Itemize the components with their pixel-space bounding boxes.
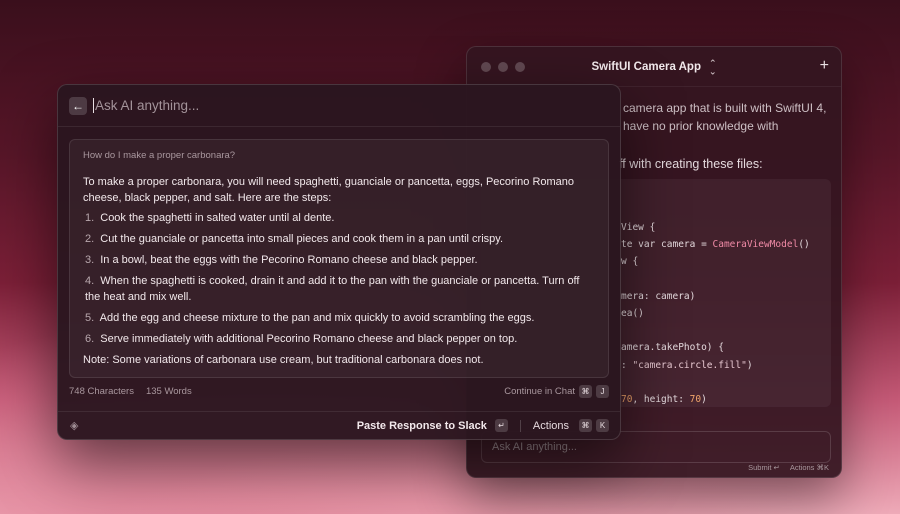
word-count: 135 Words xyxy=(145,385,192,397)
ai-header: ← xyxy=(58,85,620,127)
answer-body: To make a proper carbonara, you will nee… xyxy=(83,175,595,368)
step-number: 5. xyxy=(85,311,95,324)
divider xyxy=(519,419,521,432)
step-text: Add the egg and cheese mixture to the pa… xyxy=(99,311,535,324)
new-chat-plus-icon[interactable]: + xyxy=(820,57,829,75)
step-number: 3. xyxy=(85,254,95,266)
ask-ai-input[interactable] xyxy=(95,98,535,113)
return-key-icon: ↵ xyxy=(494,419,508,432)
stats-row: 748 Characters 135 Words Continue in Cha… xyxy=(69,384,609,398)
answer-note: Note: Some variations of carbonara use c… xyxy=(83,353,484,366)
step-text: In a bowl, beat the eggs with the Pecori… xyxy=(100,254,478,266)
step-number: 6. xyxy=(85,332,95,345)
code-token: 70 xyxy=(621,393,633,405)
response-card: How do I make a proper carbonara? To mak… xyxy=(69,139,609,378)
command-key-icon: ⌘ xyxy=(579,419,592,432)
step-text: Serve immediately with additional Pecori… xyxy=(100,332,518,345)
chat-titlebar: SwiftUI Camera App ⌃ ⌃ + xyxy=(467,47,841,87)
code-token: "camera.circle.fill" xyxy=(632,359,747,371)
actions-button[interactable]: Actions xyxy=(533,420,569,432)
step-text: When the spaghetti is cooked, drain it a… xyxy=(85,275,580,303)
footer-actions: Paste Response to Slack ↵ Actions ⌘ K xyxy=(357,419,609,432)
answer-intro: To make a proper carbonara, you will nee… xyxy=(83,176,575,204)
continue-in-chat-button[interactable]: Continue in Chat ⌘ J xyxy=(504,384,609,398)
step-text: Cook the spaghetti in salted water until… xyxy=(100,212,335,224)
steps-list: 1. Cook the spaghetti in salted water un… xyxy=(83,211,595,347)
command-key-icon: ⌘ xyxy=(579,384,592,398)
question-text: How do I make a proper carbonara? xyxy=(83,150,236,161)
chat-title: SwiftUI Camera App xyxy=(591,60,701,73)
step-item: 1. Cook the spaghetti in salted water un… xyxy=(83,211,595,227)
chat-footer: Submit ↵ Actions ⌘K xyxy=(748,463,829,472)
chat-title-selector[interactable]: SwiftUI Camera App ⌃ ⌃ xyxy=(467,57,841,76)
step-item: 5. Add the egg and cheese mixture to the… xyxy=(83,311,595,327)
step-number: 1. xyxy=(85,212,95,224)
code-token: 70 xyxy=(689,393,702,405)
k-key: K xyxy=(596,419,609,432)
step-item: 4. When the spaghetti is cooked, drain i… xyxy=(83,274,595,305)
step-number: 2. xyxy=(85,233,95,245)
chevron-up-down-icon: ⌃ ⌃ xyxy=(708,57,717,76)
submit-hint[interactable]: Submit ↵ xyxy=(748,463,780,472)
paste-to-slack-button[interactable]: Paste Response to Slack xyxy=(357,420,487,432)
ai-panel: ← How do I make a proper carbonara? To m… xyxy=(57,84,621,440)
back-button[interactable]: ← xyxy=(69,96,87,115)
step-text: Cut the guanciale or pancetta into small… xyxy=(100,233,503,245)
ai-footer: ◈ Paste Response to Slack ↵ Actions ⌘ K xyxy=(58,411,620,439)
text-cursor xyxy=(93,98,94,113)
extension-icon[interactable]: ◈ xyxy=(70,419,78,432)
step-item: 3. In a bowl, beat the eggs with the Pec… xyxy=(83,253,595,269)
step-number: 4. xyxy=(85,275,95,287)
step-item: 6. Serve immediately with additional Pec… xyxy=(83,332,595,348)
j-key: J xyxy=(596,384,609,398)
actions-hint[interactable]: Actions ⌘K xyxy=(790,463,829,472)
continue-label: Continue in Chat xyxy=(504,385,575,397)
step-item: 2. Cut the guanciale or pancetta into sm… xyxy=(83,232,595,248)
code-token: CameraViewModel xyxy=(712,239,799,251)
character-count: 748 Characters xyxy=(69,385,134,397)
chat-response-text: ff with creating these files: xyxy=(619,157,763,171)
arrow-left-icon: ← xyxy=(72,98,84,113)
